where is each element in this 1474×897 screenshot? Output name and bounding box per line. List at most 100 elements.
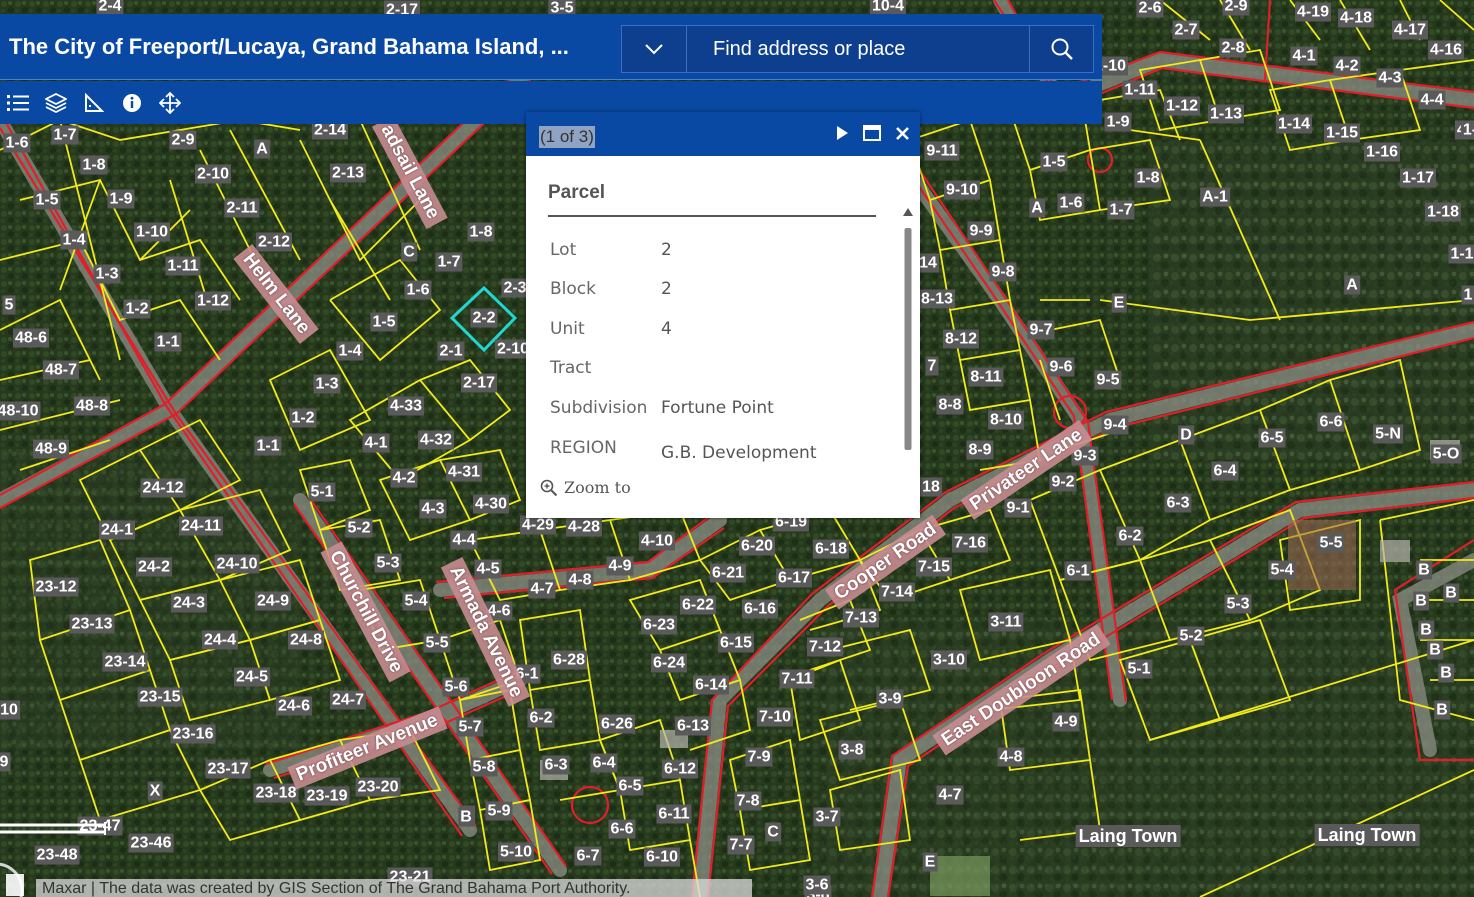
parcel-label: 2-17 — [460, 373, 498, 393]
about-button[interactable] — [121, 92, 143, 114]
parcel-label: 2-11 — [224, 198, 260, 218]
parcel-label: 3-10 — [930, 650, 968, 670]
field-key: REGION — [550, 437, 617, 458]
parcel-label: 6-28 — [550, 650, 588, 670]
table-row: Block 2 — [550, 270, 841, 310]
next-feature-icon[interactable] — [835, 125, 849, 141]
parcel-label: 23-14 — [102, 652, 148, 672]
parcel-label: 1-2 — [123, 299, 151, 319]
measure-button[interactable] — [83, 92, 105, 114]
parcel-label: 6-23 — [640, 615, 678, 635]
parcel-label: 6-26 — [598, 714, 636, 734]
parcel-label: 23-16 — [170, 724, 216, 744]
parcel-label: 24-6 — [275, 696, 313, 716]
parcel-label: 9 — [0, 752, 11, 772]
field-value: G.B. Development Company — [661, 442, 817, 475]
parcel-label: 1-4 — [336, 341, 364, 361]
parcel-label: 23-18 — [253, 783, 299, 803]
parcel-label: 4-9 — [606, 556, 634, 576]
parcel-label: 23-15 — [137, 687, 183, 707]
parcel-label: 48-6 — [12, 328, 50, 348]
parcel-label: 4-2 — [1333, 56, 1361, 76]
parcel-label: 6-4 — [1211, 461, 1239, 481]
parcel-label: 24-2 — [135, 557, 173, 577]
parcel-label: 48-9 — [32, 439, 70, 459]
parcel-label: 7-12 — [806, 637, 844, 657]
parcel-label: 1-11 — [1122, 80, 1158, 100]
parcel-label: 23-12 — [33, 577, 79, 597]
parcel-label: 1- — [1460, 120, 1474, 140]
parcel-label: 4-4 — [1418, 90, 1446, 110]
parcel-label: 4-28 — [565, 517, 603, 537]
search-button[interactable] — [1029, 26, 1093, 72]
popup-header: (1 of 3) — [526, 112, 920, 156]
parcel-label: 6-3 — [542, 755, 570, 775]
parcel-label: 1-8 — [80, 155, 108, 175]
parcel-label: 6-7 — [574, 846, 602, 866]
parcel-label: 3-6 — [803, 875, 831, 895]
parcel-label: 4-8 — [566, 570, 594, 590]
parcel-label: 8-11 — [968, 367, 1004, 387]
field-key: Unit — [550, 318, 585, 339]
parcel-label: 4-17 — [1391, 20, 1429, 40]
parcel-label: 1-11 — [165, 256, 201, 276]
attribute-table: Lot 2 Block 2 Unit 4 Tract Subdivision Fortu… — [550, 230, 841, 474]
parcel-label: 1-13 — [1207, 104, 1245, 124]
parcel-label: 5-1 — [1125, 659, 1153, 679]
field-value: 2 — [661, 279, 672, 300]
feature-popup: (1 of 3) Parcel Lot 2 Block 2 Unit 4 Tract … — [526, 112, 920, 518]
parcel-label: 1-1 — [1448, 244, 1474, 264]
parcel-label: 5-1 — [308, 482, 336, 502]
parcel-label: 1-3 — [313, 374, 341, 394]
parcel-label: 2-6 — [1136, 0, 1164, 18]
parcel-label: 23-46 — [128, 833, 174, 853]
parcel-label: 5-4 — [402, 591, 430, 611]
close-icon[interactable] — [895, 126, 910, 141]
parcel-label: 2-9 — [1222, 0, 1250, 16]
parcel-label: 48-8 — [73, 396, 111, 416]
parcel-label: 1-9 — [1104, 112, 1132, 132]
parcel-label: 4-1 — [362, 433, 390, 453]
table-row: Subdivision Fortune Point — [550, 388, 841, 428]
field-value — [661, 349, 841, 389]
parcel-label: 4-32 — [417, 430, 455, 450]
layers-button[interactable] — [45, 92, 67, 114]
parcel-label: B — [1443, 583, 1459, 603]
parcel-label: B — [1413, 591, 1429, 611]
parcel-label: 6-2 — [527, 708, 555, 728]
town-label-laing-town-1: Laing Town — [1075, 825, 1181, 847]
parcel-label: 24-4 — [201, 630, 239, 650]
parcel-label: 2-8 — [1219, 38, 1247, 58]
parcel-label: 2-10 — [194, 164, 232, 184]
popup-scrollbar[interactable] — [903, 206, 913, 474]
parcel-label: 7-8 — [734, 791, 762, 811]
parcel-label: 7-7 — [727, 835, 755, 855]
field-key: Subdivision — [550, 397, 648, 418]
search-source-dropdown[interactable] — [622, 26, 687, 72]
parcel-label: 1-6 — [1057, 193, 1085, 213]
parcel-label: 1-7 — [1107, 200, 1135, 220]
maximize-icon[interactable] — [863, 125, 881, 141]
parcel-label: 4-29 — [519, 515, 557, 535]
parcel-label: 7 — [925, 356, 939, 376]
zoom-to-link[interactable]: Zoom to — [540, 478, 631, 497]
locate-button[interactable] — [159, 91, 181, 114]
parcel-label: 4-31 — [445, 462, 483, 482]
parcel-label: 6-10 — [643, 847, 681, 867]
parcel-label: 5-O — [1430, 444, 1462, 464]
parcel-label: 1-10 — [133, 222, 171, 242]
parcel-label: 10 — [0, 700, 20, 720]
table-row: Lot 2 — [550, 230, 841, 270]
parcel-label: 1-5 — [1040, 152, 1068, 172]
legend-button[interactable] — [7, 92, 29, 114]
parcel-label: 24-7 — [329, 690, 367, 710]
parcel-label: 5-5 — [423, 633, 451, 653]
parcel-label: 5 — [2, 295, 16, 315]
parcel-label: 4-7 — [936, 785, 964, 805]
parcel-label: 7-11 — [779, 669, 815, 689]
parcel-label: 14 — [917, 253, 939, 273]
search-box — [621, 25, 1094, 73]
parcel-label: 1 — [1461, 285, 1474, 305]
parcel-label: 5-6 — [442, 677, 470, 697]
search-input[interactable] — [687, 26, 1029, 72]
